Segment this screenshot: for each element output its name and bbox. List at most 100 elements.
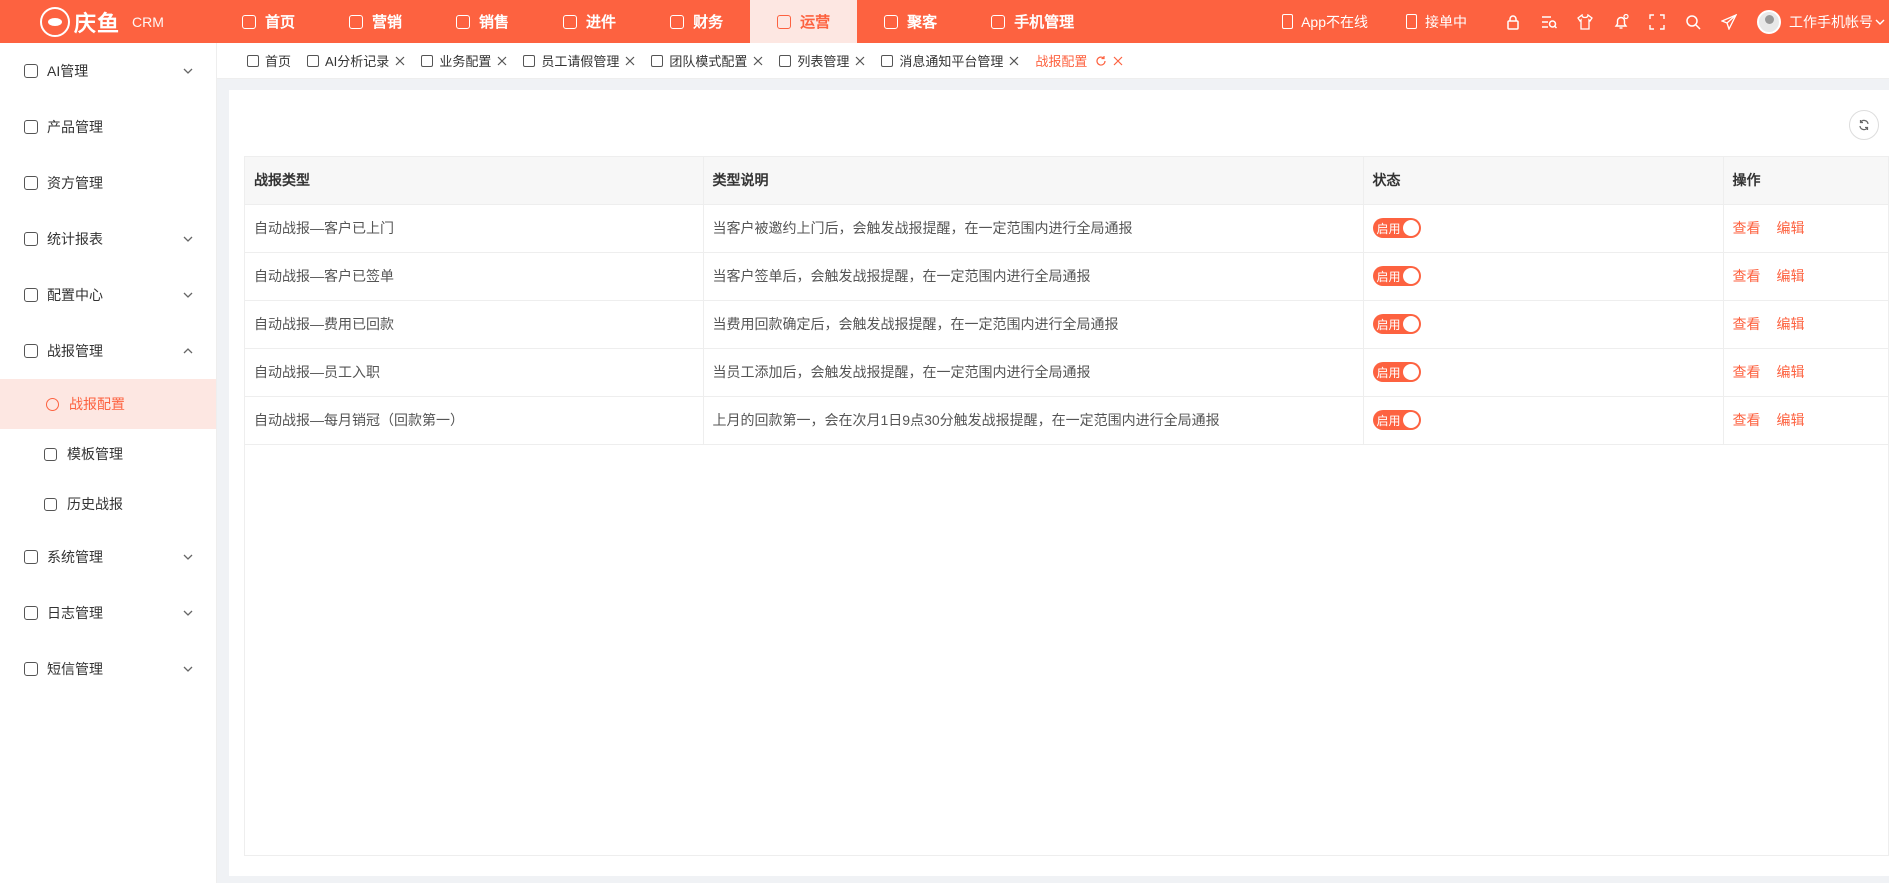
- close-icon[interactable]: [1009, 56, 1019, 66]
- sidebar-subitem-battle-config[interactable]: 战报配置: [0, 379, 216, 429]
- view-link[interactable]: 查看: [1733, 316, 1761, 332]
- refresh-icon: [1859, 119, 1869, 131]
- topnav-phone-management[interactable]: 手机管理: [964, 0, 1101, 43]
- search-icon[interactable]: [1685, 14, 1701, 30]
- toggle-knob: [1402, 268, 1419, 284]
- actions-cell: 查看 编辑: [1723, 204, 1888, 253]
- topnav-sales[interactable]: 销售: [429, 0, 536, 43]
- tab-ai-analysis[interactable]: AI分析记录: [307, 51, 405, 70]
- sidebar-subitem-history[interactable]: 历史战报: [0, 479, 216, 529]
- customers-icon: [884, 14, 899, 29]
- view-link[interactable]: 查看: [1733, 412, 1761, 428]
- description-cell: 上月的回款第一，会在次月1日9点30分触发战报提醒，在一定范围内进行全局通报: [703, 396, 1364, 445]
- tab-business-config[interactable]: 业务配置: [421, 51, 507, 70]
- report-type-cell: 自动战报—客户已签单: [245, 252, 704, 301]
- topnav-finance[interactable]: 财务: [643, 0, 750, 43]
- column-header: 状态: [1363, 157, 1724, 205]
- topnav-customers[interactable]: 聚客: [857, 0, 964, 43]
- toggle-knob: [1402, 364, 1419, 380]
- edit-link[interactable]: 编辑: [1777, 412, 1805, 428]
- logo[interactable]: 庆鱼 CRM: [0, 0, 215, 43]
- sidebar-item-label: 资方管理: [47, 175, 103, 191]
- close-icon[interactable]: [855, 56, 865, 66]
- status-toggle[interactable]: 启用: [1372, 362, 1421, 382]
- config-icon: [24, 288, 38, 302]
- toggle-label: 启用: [1376, 221, 1401, 236]
- search-list-icon[interactable]: [1541, 14, 1557, 30]
- status-toggle[interactable]: 启用: [1372, 410, 1421, 430]
- refresh-button[interactable]: [1849, 110, 1879, 140]
- topnav-label: 手机管理: [1014, 14, 1075, 31]
- app-status[interactable]: App不在线: [1282, 12, 1368, 32]
- sidebar-item-system[interactable]: 系统管理: [0, 529, 216, 585]
- status-toggle[interactable]: 启用: [1372, 266, 1421, 286]
- list-icon: [779, 54, 792, 67]
- tab-team-mode[interactable]: 团队模式配置: [651, 51, 763, 70]
- close-icon[interactable]: [1113, 56, 1123, 66]
- sidebar-item-label: 配置中心: [47, 287, 103, 303]
- tab-list-management[interactable]: 列表管理: [779, 51, 865, 70]
- fullscreen-icon[interactable]: [1649, 13, 1665, 30]
- sidebar-item-label: AI管理: [47, 63, 89, 79]
- topnav-marketing[interactable]: 营销: [322, 0, 429, 43]
- report-type-cell: 自动战报—每月销冠（回款第一）: [245, 396, 704, 445]
- topnav-label: 销售: [479, 14, 510, 31]
- toggle-knob: [1402, 412, 1419, 428]
- close-icon[interactable]: [497, 56, 507, 66]
- sidebar-item-report[interactable]: 统计报表: [0, 211, 216, 267]
- sidebar-item-log[interactable]: 日志管理: [0, 585, 216, 641]
- avatar[interactable]: [1757, 9, 1781, 34]
- table-row: 自动战报—客户已上门 当客户被邀约上门后，会触发战报提醒，在一定范围内进行全局通…: [245, 204, 1888, 253]
- bell-icon[interactable]: [1613, 13, 1629, 30]
- view-link[interactable]: 查看: [1733, 268, 1761, 284]
- sidebar-item-label: 系统管理: [47, 549, 103, 565]
- edit-link[interactable]: 编辑: [1777, 364, 1805, 380]
- tab-battle-config[interactable]: 战报配置: [1035, 51, 1123, 70]
- tab-leave-management[interactable]: 员工请假管理: [523, 51, 635, 70]
- document-icon: [1406, 14, 1417, 29]
- sidebar-item-label: 战报配置: [69, 396, 125, 412]
- sidebar-subitem-template[interactable]: 模板管理: [0, 429, 216, 479]
- tab-notification-platform[interactable]: 消息通知平台管理: [881, 51, 1019, 70]
- system-icon: [24, 550, 38, 564]
- edit-link[interactable]: 编辑: [1777, 316, 1805, 332]
- status-cell: 启用: [1363, 348, 1724, 397]
- send-icon[interactable]: [1721, 13, 1737, 30]
- top-right-tools: App不在线 接单中 工作手机帐号: [1282, 0, 1889, 43]
- shirt-icon[interactable]: [1577, 13, 1593, 30]
- status-toggle[interactable]: 启用: [1372, 218, 1421, 238]
- view-link[interactable]: 查看: [1733, 364, 1761, 380]
- edit-link[interactable]: 编辑: [1777, 268, 1805, 284]
- edit-link[interactable]: 编辑: [1777, 220, 1805, 236]
- tab-label: 战报配置: [1035, 54, 1088, 69]
- tab-home[interactable]: 首页: [247, 51, 291, 70]
- logo-text: 庆鱼: [74, 10, 121, 36]
- tabs-bar: 首页 AI分析记录 业务配置 员工请假管理 团队模式配置 列表管理 消息通知平台…: [217, 43, 1889, 79]
- status-toggle[interactable]: 启用: [1372, 314, 1421, 334]
- topnav-application[interactable]: 进件: [536, 0, 643, 43]
- topnav-home[interactable]: 首页: [215, 0, 322, 43]
- sidebar-item-battle-report[interactable]: 战报管理: [0, 323, 216, 379]
- topnav-operations[interactable]: 运营: [750, 0, 858, 43]
- close-icon[interactable]: [395, 56, 405, 66]
- view-link[interactable]: 查看: [1733, 220, 1761, 236]
- user-name[interactable]: 工作手机帐号: [1789, 12, 1873, 32]
- sidebar-item-label: 历史战报: [67, 496, 123, 512]
- record-icon: [307, 54, 320, 67]
- sidebar-item-label: 日志管理: [47, 605, 103, 621]
- sidebar-item-label: 模板管理: [67, 446, 123, 462]
- lock-icon[interactable]: [1505, 14, 1521, 30]
- sidebar-item-product[interactable]: 产品管理: [0, 99, 216, 155]
- close-icon[interactable]: [753, 56, 763, 66]
- log-icon: [24, 606, 38, 620]
- sidebar-item-funder[interactable]: 资方管理: [0, 155, 216, 211]
- sidebar-item-sms[interactable]: 短信管理: [0, 641, 216, 697]
- home-icon: [242, 14, 256, 29]
- sidebar-item-config[interactable]: 配置中心: [0, 267, 216, 323]
- chevron-down-icon[interactable]: [1875, 17, 1885, 27]
- close-icon[interactable]: [625, 56, 635, 66]
- refresh-icon[interactable]: [1095, 55, 1107, 67]
- column-header: 类型说明: [703, 157, 1364, 205]
- order-status[interactable]: 接单中: [1406, 12, 1467, 32]
- sidebar-item-ai[interactable]: AI管理: [0, 43, 216, 99]
